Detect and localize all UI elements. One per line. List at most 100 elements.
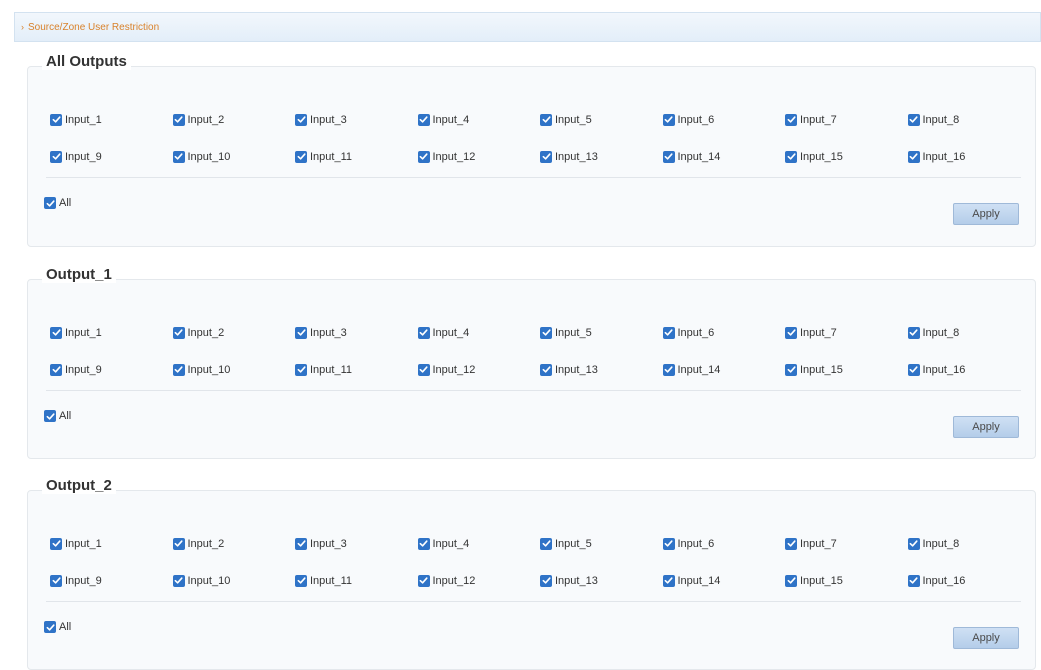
select-all-checkbox[interactable] [44, 410, 56, 422]
input-checkbox-item[interactable]: Input_11 [295, 574, 418, 587]
input-checkbox[interactable] [785, 363, 797, 376]
select-all-checkbox-item[interactable]: All [44, 621, 71, 633]
input-checkbox-item[interactable]: Input_14 [662, 574, 786, 587]
apply-button[interactable]: Apply [953, 203, 1019, 225]
input-checkbox-item[interactable]: Input_3 [295, 537, 418, 550]
input-checkbox[interactable] [50, 150, 62, 163]
input-checkbox[interactable] [662, 150, 675, 163]
input-checkbox-item[interactable]: Input_1 [50, 326, 173, 339]
input-checkbox[interactable] [540, 363, 552, 376]
input-checkbox-item[interactable]: Input_10 [172, 574, 296, 587]
input-checkbox[interactable] [295, 113, 307, 126]
input-checkbox[interactable] [172, 326, 185, 339]
collapse-chevron-icon[interactable]: › [21, 22, 24, 32]
input-checkbox[interactable] [50, 537, 62, 550]
input-checkbox-item[interactable]: Input_11 [295, 150, 418, 163]
input-checkbox-item[interactable]: Input_15 [785, 574, 908, 587]
input-checkbox-item[interactable]: Input_8 [907, 537, 1031, 550]
input-checkbox-item[interactable]: Input_7 [785, 326, 908, 339]
input-checkbox[interactable] [172, 363, 185, 376]
input-checkbox[interactable] [172, 537, 185, 550]
input-checkbox-item[interactable]: Input_10 [172, 363, 296, 376]
input-checkbox[interactable] [417, 574, 430, 587]
input-checkbox-item[interactable]: Input_7 [785, 113, 908, 126]
input-checkbox-item[interactable]: Input_16 [907, 363, 1031, 376]
input-checkbox-item[interactable]: Input_5 [540, 537, 663, 550]
input-checkbox-item[interactable]: Input_2 [172, 326, 296, 339]
input-checkbox[interactable] [785, 537, 797, 550]
input-checkbox[interactable] [785, 150, 797, 163]
input-checkbox[interactable] [417, 537, 430, 550]
input-checkbox[interactable] [540, 326, 552, 339]
input-checkbox-item[interactable]: Input_13 [540, 150, 663, 163]
input-checkbox-item[interactable]: Input_11 [295, 363, 418, 376]
input-checkbox[interactable] [785, 326, 797, 339]
input-checkbox[interactable] [295, 574, 307, 587]
input-checkbox[interactable] [662, 113, 675, 126]
input-checkbox-item[interactable]: Input_12 [417, 150, 541, 163]
select-all-checkbox-item[interactable]: All [44, 410, 71, 422]
input-checkbox-item[interactable]: Input_2 [172, 537, 296, 550]
input-checkbox[interactable] [172, 574, 185, 587]
input-checkbox[interactable] [907, 537, 920, 550]
input-checkbox-item[interactable]: Input_13 [540, 574, 663, 587]
input-checkbox-item[interactable]: Input_6 [662, 537, 786, 550]
input-checkbox-item[interactable]: Input_12 [417, 363, 541, 376]
input-checkbox-item[interactable]: Input_15 [785, 363, 908, 376]
input-checkbox[interactable] [662, 363, 675, 376]
input-checkbox[interactable] [907, 326, 920, 339]
input-checkbox[interactable] [662, 326, 675, 339]
input-checkbox[interactable] [907, 113, 920, 126]
input-checkbox[interactable] [295, 537, 307, 550]
select-all-checkbox-item[interactable]: All [44, 197, 71, 209]
input-checkbox[interactable] [295, 326, 307, 339]
input-checkbox[interactable] [540, 537, 552, 550]
input-checkbox-item[interactable]: Input_12 [417, 574, 541, 587]
input-checkbox-item[interactable]: Input_7 [785, 537, 908, 550]
input-checkbox[interactable] [295, 150, 307, 163]
input-checkbox-item[interactable]: Input_3 [295, 326, 418, 339]
input-checkbox[interactable] [907, 150, 920, 163]
input-checkbox-item[interactable]: Input_8 [907, 113, 1031, 126]
input-checkbox-item[interactable]: Input_16 [907, 150, 1031, 163]
input-checkbox-item[interactable]: Input_3 [295, 113, 418, 126]
input-checkbox-item[interactable]: Input_4 [417, 537, 541, 550]
input-checkbox-item[interactable]: Input_15 [785, 150, 908, 163]
input-checkbox[interactable] [172, 150, 185, 163]
input-checkbox[interactable] [540, 150, 552, 163]
input-checkbox[interactable] [50, 574, 62, 587]
input-checkbox[interactable] [540, 574, 552, 587]
input-checkbox[interactable] [662, 574, 675, 587]
input-checkbox-item[interactable]: Input_16 [907, 574, 1031, 587]
input-checkbox[interactable] [417, 150, 430, 163]
input-checkbox[interactable] [172, 113, 185, 126]
input-checkbox[interactable] [662, 537, 675, 550]
input-checkbox-item[interactable]: Input_10 [172, 150, 296, 163]
input-checkbox[interactable] [785, 574, 797, 587]
input-checkbox[interactable] [417, 326, 430, 339]
input-checkbox[interactable] [50, 326, 62, 339]
input-checkbox[interactable] [50, 113, 62, 126]
input-checkbox[interactable] [50, 363, 62, 376]
select-all-checkbox[interactable] [44, 197, 56, 209]
input-checkbox-item[interactable]: Input_5 [540, 113, 663, 126]
input-checkbox[interactable] [295, 363, 307, 376]
input-checkbox-item[interactable]: Input_4 [417, 326, 541, 339]
apply-button[interactable]: Apply [953, 627, 1019, 649]
input-checkbox-item[interactable]: Input_1 [50, 537, 173, 550]
input-checkbox-item[interactable]: Input_14 [662, 150, 786, 163]
input-checkbox-item[interactable]: Input_14 [662, 363, 786, 376]
panel-header[interactable]: › Source/Zone User Restriction [14, 12, 1041, 42]
input-checkbox-item[interactable]: Input_2 [172, 113, 296, 126]
input-checkbox-item[interactable]: Input_6 [662, 326, 786, 339]
input-checkbox-item[interactable]: Input_9 [50, 150, 173, 163]
input-checkbox[interactable] [785, 113, 797, 126]
select-all-checkbox[interactable] [44, 621, 56, 633]
input-checkbox-item[interactable]: Input_8 [907, 326, 1031, 339]
input-checkbox-item[interactable]: Input_4 [417, 113, 541, 126]
apply-button[interactable]: Apply [953, 416, 1019, 438]
input-checkbox[interactable] [540, 113, 552, 126]
input-checkbox[interactable] [417, 363, 430, 376]
input-checkbox-item[interactable]: Input_6 [662, 113, 786, 126]
input-checkbox-item[interactable]: Input_9 [50, 363, 173, 376]
